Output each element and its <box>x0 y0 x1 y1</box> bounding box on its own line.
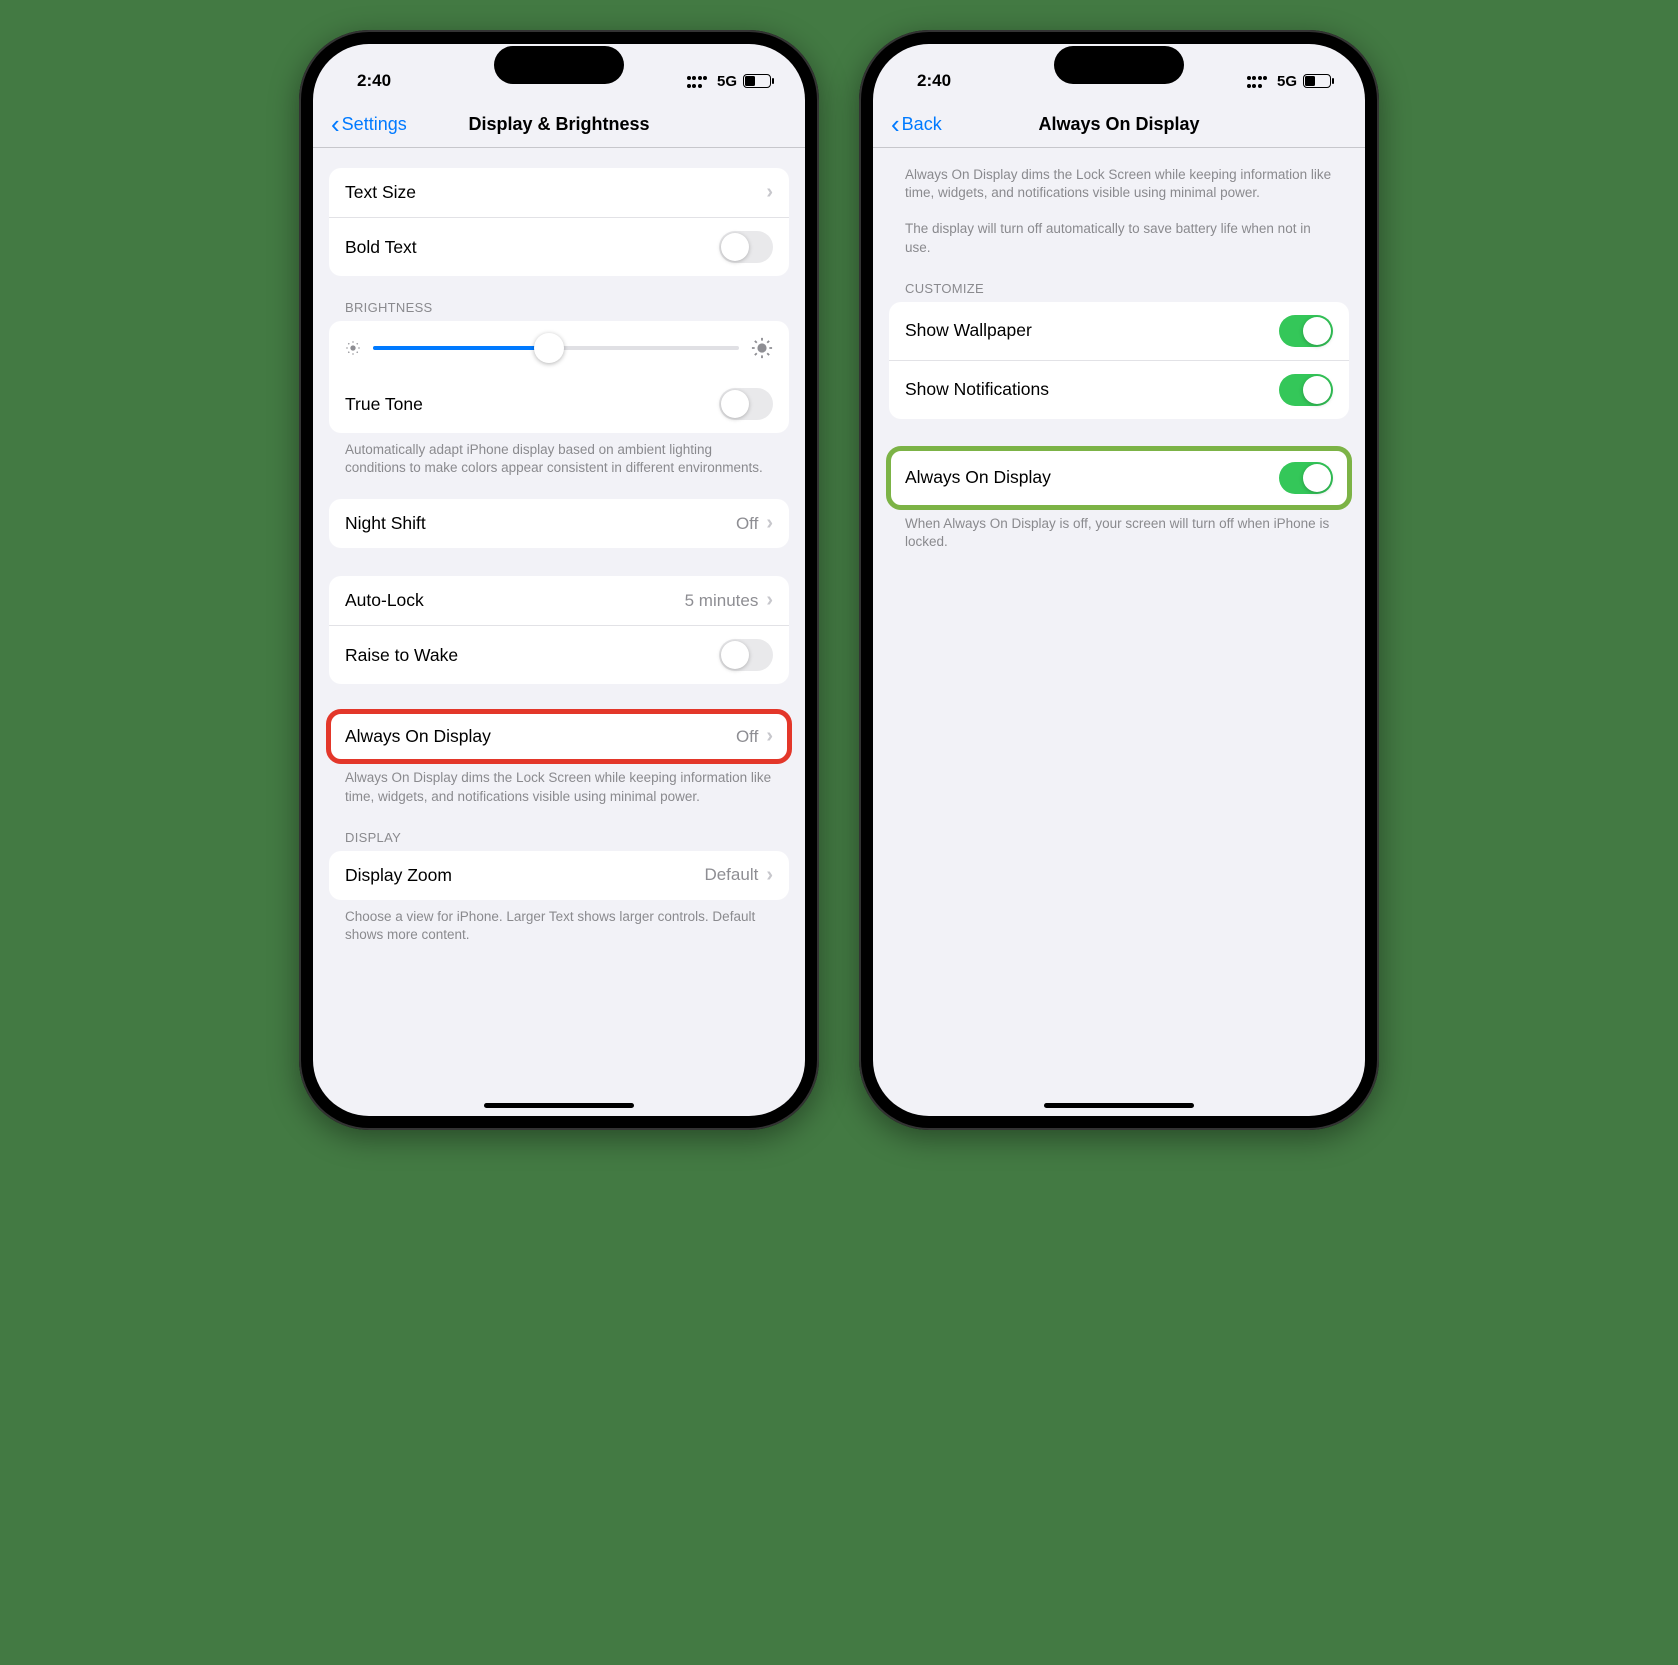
display-zoom-row[interactable]: Display Zoom Default › <box>329 851 789 900</box>
true-tone-toggle[interactable] <box>719 388 773 420</box>
sun-small-icon <box>345 340 361 356</box>
night-shift-row[interactable]: Night Shift Off › <box>329 499 789 548</box>
row-value: Off <box>736 727 758 747</box>
content: Text Size › Bold Text BRIGHTNESS <box>313 148 805 1116</box>
battery-icon <box>743 74 771 88</box>
bold-text-row[interactable]: Bold Text <box>329 217 789 276</box>
chevron-right-icon: › <box>766 181 773 204</box>
status-time: 2:40 <box>357 71 391 91</box>
aod-toggle-row[interactable]: Always On Display <box>889 449 1349 507</box>
chevron-right-icon: › <box>766 589 773 612</box>
raise-to-wake-row[interactable]: Raise to Wake <box>329 625 789 684</box>
brightness-slider[interactable] <box>373 346 739 350</box>
phone-frame-right: 2:40 5G ‹ Back Always On Display Always … <box>859 30 1379 1130</box>
battery-icon <box>1303 74 1331 88</box>
back-button[interactable]: ‹ Back <box>891 114 942 135</box>
show-wallpaper-toggle[interactable] <box>1279 315 1333 347</box>
chevron-left-icon: ‹ <box>331 117 340 133</box>
display-header: DISPLAY <box>329 806 789 851</box>
row-label: Auto-Lock <box>345 590 677 611</box>
row-value: Off <box>736 514 758 534</box>
page-title: Always On Display <box>873 114 1365 135</box>
status-icons: 5G <box>1247 73 1331 90</box>
phone-frame-left: 2:40 5G ‹ Settings Display & Brightness … <box>299 30 819 1130</box>
signal-icon <box>1247 74 1271 88</box>
row-label: Show Wallpaper <box>905 320 1271 341</box>
always-on-display-group: Always On Display Off › <box>329 712 789 761</box>
true-tone-footer: Automatically adapt iPhone display based… <box>329 433 789 477</box>
row-label: True Tone <box>345 394 711 415</box>
row-value: 5 minutes <box>685 591 759 611</box>
row-label: Bold Text <box>345 237 711 258</box>
back-label: Back <box>902 114 942 135</box>
always-on-display-toggle[interactable] <box>1279 462 1333 494</box>
back-button[interactable]: ‹ Settings <box>331 114 407 135</box>
row-label: Raise to Wake <box>345 645 711 666</box>
customize-header: CUSTOMIZE <box>889 257 1349 302</box>
chevron-right-icon: › <box>766 512 773 535</box>
bold-text-toggle[interactable] <box>719 231 773 263</box>
slider-knob[interactable] <box>534 333 564 363</box>
dynamic-island <box>1054 46 1184 84</box>
chevron-left-icon: ‹ <box>891 117 900 133</box>
display-zoom-group: Display Zoom Default › <box>329 851 789 900</box>
show-wallpaper-row[interactable]: Show Wallpaper <box>889 302 1349 360</box>
nav-bar: ‹ Settings Display & Brightness <box>313 104 805 148</box>
text-size-row[interactable]: Text Size › <box>329 168 789 217</box>
brightness-slider-row[interactable] <box>329 321 789 375</box>
screen-always-on-display: 2:40 5G ‹ Back Always On Display Always … <box>873 44 1365 1116</box>
content: Always On Display dims the Lock Screen w… <box>873 148 1365 1116</box>
show-notifications-toggle[interactable] <box>1279 374 1333 406</box>
dynamic-island <box>494 46 624 84</box>
slider-fill <box>373 346 549 350</box>
network-type: 5G <box>717 73 737 90</box>
intro-text-2: The display will turn off automatically … <box>889 202 1349 256</box>
status-icons: 5G <box>687 73 771 90</box>
always-on-display-row[interactable]: Always On Display Off › <box>329 712 789 761</box>
network-type: 5G <box>1277 73 1297 90</box>
chevron-right-icon: › <box>766 864 773 887</box>
display-zoom-footer: Choose a view for iPhone. Larger Text sh… <box>329 900 789 944</box>
row-label: Show Notifications <box>905 379 1271 400</box>
nav-bar: ‹ Back Always On Display <box>873 104 1365 148</box>
show-notifications-row[interactable]: Show Notifications <box>889 360 1349 419</box>
row-label: Night Shift <box>345 513 728 534</box>
customize-group: Show Wallpaper Show Notifications <box>889 302 1349 419</box>
true-tone-row[interactable]: True Tone <box>329 375 789 433</box>
home-indicator[interactable] <box>1044 1103 1194 1108</box>
sun-large-icon <box>751 337 773 359</box>
row-label: Always On Display <box>905 467 1271 488</box>
raise-to-wake-toggle[interactable] <box>719 639 773 671</box>
signal-icon <box>687 74 711 88</box>
brightness-group: True Tone <box>329 321 789 433</box>
auto-lock-row[interactable]: Auto-Lock 5 minutes › <box>329 576 789 625</box>
chevron-right-icon: › <box>766 725 773 748</box>
aod-footer: Always On Display dims the Lock Screen w… <box>329 761 789 805</box>
row-label: Display Zoom <box>345 865 696 886</box>
aod-toggle-group: Always On Display <box>889 449 1349 507</box>
brightness-header: BRIGHTNESS <box>329 276 789 321</box>
night-shift-group: Night Shift Off › <box>329 499 789 548</box>
intro-text-1: Always On Display dims the Lock Screen w… <box>889 148 1349 202</box>
text-group: Text Size › Bold Text <box>329 168 789 276</box>
home-indicator[interactable] <box>484 1103 634 1108</box>
row-label: Text Size <box>345 182 758 203</box>
row-label: Always On Display <box>345 726 728 747</box>
lock-group: Auto-Lock 5 minutes › Raise to Wake <box>329 576 789 684</box>
row-value: Default <box>704 865 758 885</box>
aod-toggle-footer: When Always On Display is off, your scre… <box>889 507 1349 551</box>
back-label: Settings <box>342 114 407 135</box>
screen-display-brightness: 2:40 5G ‹ Settings Display & Brightness … <box>313 44 805 1116</box>
status-time: 2:40 <box>917 71 951 91</box>
